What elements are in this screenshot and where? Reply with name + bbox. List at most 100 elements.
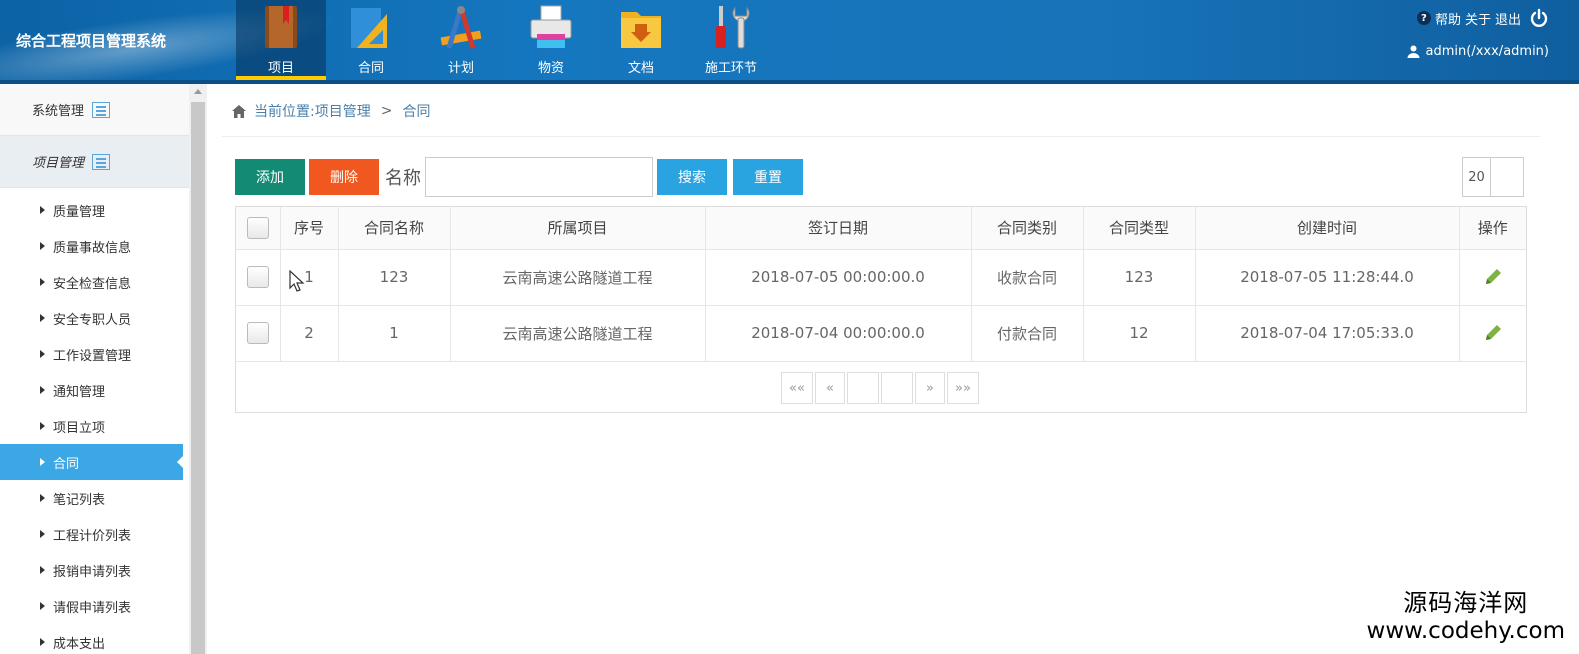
toolbar: 添加 删除 名称 搜索 重置 [235, 157, 803, 197]
page-size-value: 20 [1463, 158, 1491, 196]
select-all-checkbox[interactable] [246, 216, 269, 239]
sidebar-item-leave[interactable]: 请假申请列表 [0, 588, 190, 624]
caret-right-icon [40, 386, 45, 394]
logout-link[interactable]: 退出 [1495, 9, 1521, 28]
breadcrumb: 当前位置:项目管理 > 合同 [232, 101, 430, 121]
sidebar-item-quality[interactable]: 质量管理 [0, 192, 190, 228]
sidebar-item-label: 质量管理 [53, 204, 106, 220]
table-cell: 收款合同 [971, 249, 1084, 306]
top-links: ? 帮助 关于 退出 [1416, 8, 1549, 28]
nav-item-material[interactable]: 物资 [506, 0, 596, 80]
next-page-button[interactable]: » [915, 372, 945, 404]
sidebar-section-project[interactable]: 项目管理 [0, 136, 190, 188]
sidebar-item-label: 安全检查信息 [53, 276, 132, 292]
row-select-cell [236, 305, 281, 362]
ruler-triangle-icon [351, 8, 387, 48]
edit-pencil-icon[interactable] [1483, 323, 1503, 343]
table-cell: 2 [280, 305, 339, 362]
sidebar-item-safety-staff[interactable]: 安全专职人员 [0, 300, 190, 336]
last-page-button[interactable]: »» [947, 372, 979, 404]
breadcrumb-current: 合同 [402, 104, 431, 120]
sidebar: 系统管理 项目管理 质量管理 质量事故信息 安全检查信息 安全专职人员 工作设置… [0, 84, 190, 654]
user-info: admin(/xxx/admin) [1407, 44, 1549, 59]
current-page-input[interactable] [847, 372, 879, 404]
table-cell: 123 [338, 249, 451, 306]
table-row[interactable]: 1 123 云南高速公路隧道工程 2018-07-05 00:00:00.0 收… [236, 249, 1526, 306]
sidebar-scrollbar[interactable] [189, 84, 207, 654]
sidebar-item-notice[interactable]: 通知管理 [0, 372, 190, 408]
sidebar-item-label: 项目立项 [53, 420, 106, 436]
scroll-thumb[interactable] [191, 102, 205, 654]
table-row[interactable]: 2 1 云南高速公路隧道工程 2018-07-04 00:00:00.0 付款合… [236, 305, 1526, 362]
nav-item-document[interactable]: 文档 [596, 0, 686, 80]
sidebar-item-quality-accident[interactable]: 质量事故信息 [0, 228, 190, 264]
sidebar-item-label: 报销申请列表 [53, 564, 132, 580]
column-header: 合同类型 [1083, 207, 1196, 250]
caret-right-icon [40, 422, 45, 430]
first-page-button[interactable]: «« [781, 372, 813, 404]
name-search-input[interactable] [425, 157, 653, 197]
page-size-dropdown[interactable] [1491, 158, 1523, 196]
sidebar-item-label: 成本支出 [53, 636, 106, 652]
nav-label: 计划 [447, 61, 474, 76]
sidebar-item-safety-check[interactable]: 安全检查信息 [0, 264, 190, 300]
sidebar-item-label: 工程计价列表 [53, 528, 132, 544]
about-link[interactable]: 关于 [1465, 9, 1491, 28]
page-size-select[interactable]: 20 [1462, 157, 1524, 197]
sidebar-item-label: 质量事故信息 [53, 240, 132, 256]
nav-label: 合同 [357, 61, 384, 76]
sidebar-section-label: 项目管理 [32, 156, 85, 171]
folder-download-icon [621, 12, 661, 48]
system-title: 综合工程项目管理系统 [16, 32, 167, 50]
table-cell: 12 [1083, 305, 1196, 362]
sidebar-item-pricing[interactable]: 工程计价列表 [0, 516, 190, 552]
sidebar-item-project-setup[interactable]: 项目立项 [0, 408, 190, 444]
column-header: 序号 [280, 207, 339, 250]
table-cell: 付款合同 [971, 305, 1084, 362]
sidebar-item-work-settings[interactable]: 工作设置管理 [0, 336, 190, 372]
watermark-line1: 源码海洋网 [1403, 589, 1529, 617]
column-header: 合同类别 [971, 207, 1084, 250]
nav-item-construction[interactable]: 施工环节 [686, 0, 776, 80]
user-icon [1407, 45, 1420, 58]
sidebar-item-label: 工作设置管理 [53, 348, 132, 364]
nav-item-project[interactable]: 项目 [236, 0, 326, 80]
sidebar-item-cost[interactable]: 成本支出 [0, 624, 190, 654]
watermark: 源码海洋网 www.codehy.com [1367, 583, 1565, 644]
divider [222, 136, 1540, 137]
list-icon [92, 153, 111, 170]
caret-right-icon [40, 566, 45, 574]
edit-pencil-icon[interactable] [1483, 267, 1503, 287]
nav-label: 施工环节 [704, 61, 757, 76]
power-icon[interactable] [1529, 8, 1549, 28]
prev-page-button[interactable]: « [815, 372, 845, 404]
search-button[interactable]: 搜索 [657, 159, 727, 195]
breadcrumb-prefix[interactable]: 当前位置:项目管理 [254, 101, 371, 121]
delete-button[interactable]: 删除 [309, 159, 379, 195]
help-link[interactable]: 帮助 [1435, 9, 1461, 28]
pagination: «« « » »» [781, 372, 979, 404]
column-header: 合同名称 [338, 207, 451, 250]
sidebar-item-reimbursement[interactable]: 报销申请列表 [0, 552, 190, 588]
home-icon [232, 104, 246, 118]
row-actions [1459, 249, 1526, 306]
add-button[interactable]: 添加 [235, 159, 305, 195]
reset-button[interactable]: 重置 [733, 159, 803, 195]
nav-item-plan[interactable]: 计划 [416, 0, 506, 80]
help-icon[interactable]: ? [1416, 11, 1431, 25]
drafting-tools-icon [440, 6, 482, 49]
row-checkbox[interactable] [246, 266, 269, 288]
column-header: 创建时间 [1195, 207, 1460, 250]
nav-item-contract[interactable]: 合同 [326, 0, 416, 80]
sidebar-section-label: 系统管理 [32, 104, 85, 119]
sidebar-item-notes[interactable]: 笔记列表 [0, 480, 190, 516]
sidebar-section-system[interactable]: 系统管理 [0, 84, 190, 136]
sidebar-item-contract[interactable]: 合同 [0, 444, 184, 480]
table-cell: 123 [1083, 249, 1196, 306]
row-checkbox[interactable] [246, 322, 269, 344]
total-pages [881, 372, 913, 404]
scroll-up-icon[interactable] [194, 89, 202, 94]
caret-right-icon [40, 638, 45, 646]
mouse-cursor-icon [289, 270, 305, 292]
sidebar-item-label: 安全专职人员 [53, 312, 132, 328]
